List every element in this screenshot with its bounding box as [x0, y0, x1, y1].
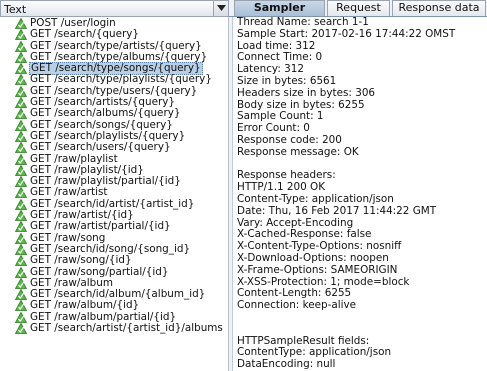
tree-item-label: GET /search/type/playlists/{query} [30, 73, 212, 86]
tree-item[interactable]: GET /raw/song/{id} [0, 254, 228, 267]
tree-item[interactable]: GET /raw/artist/partial/{id} [0, 220, 228, 233]
result-text-line: Sample Start: 2017-02-16 17:44:22 OMST [237, 27, 456, 40]
success-sample-icon [14, 164, 28, 176]
tab-sampler-result[interactable]: Sampler result [234, 0, 325, 28]
success-sample-icon [14, 209, 28, 221]
tree-item-label: GET /search/albums/{query} [30, 107, 181, 120]
success-sample-icon [14, 277, 28, 289]
success-sample-icon [14, 40, 28, 52]
tree-item-label: GET /search/{query} [30, 28, 139, 41]
success-sample-icon [14, 62, 28, 75]
tree-item-label: GET /raw/album/{id} [30, 299, 140, 312]
tree-item-label: GET /raw/song/{id} [30, 254, 132, 267]
result-text-line: Connection: keep-alive [237, 299, 357, 312]
success-sample-icon [14, 17, 28, 29]
success-sample-icon [14, 108, 28, 120]
dropdown-arrow-icon[interactable] [213, 1, 228, 16]
tab-request[interactable]: Request [327, 0, 390, 16]
tree-item-label: GET /raw/artist/partial/{id} [30, 220, 171, 233]
tree-item-label: GET /raw/playlist [30, 152, 118, 165]
result-tabs: Sampler result Request Response data [229, 0, 487, 28]
tree-item-label: GET /search/artist/{artist_id}/albums [30, 322, 223, 335]
success-sample-icon [14, 28, 28, 41]
tree-item-label: GET /raw/song/partial/{id} [30, 265, 169, 278]
tree-item[interactable]: GET /search/users/{query} [0, 141, 228, 154]
success-sample-icon [14, 221, 28, 233]
success-sample-icon [14, 243, 28, 255]
success-sample-icon [14, 74, 28, 86]
tree-item[interactable]: GET /search/albums/{query} [0, 107, 228, 120]
results-tree-panel: Text POST /user/login GET /search/{query}… [0, 0, 229, 371]
result-text-line: DataEncoding: null [237, 358, 336, 371]
tree-item-label: GET /raw/song [30, 231, 106, 244]
success-sample-icon [14, 288, 28, 301]
success-sample-icon [14, 300, 28, 312]
sampler-result-text[interactable]: Thread Name: search 1-1 Sample Start: 201… [232, 16, 487, 371]
success-sample-icon [14, 198, 28, 210]
tree-item-label: GET /search/type/artists/{query} [30, 39, 202, 52]
tree-item[interactable]: GET /search/artist/{artist_id}/albums [0, 323, 228, 334]
success-sample-icon [14, 254, 28, 267]
success-sample-icon [14, 96, 28, 108]
success-sample-icon [14, 232, 28, 244]
result-text-line: Date: Thu, 16 Feb 2017 11:44:22 GMT [237, 204, 437, 217]
success-sample-icon [14, 322, 28, 334]
success-sample-icon [14, 153, 28, 165]
result-text-line: Size in bytes: 6561 [237, 74, 337, 87]
result-detail-panel: Sampler result Request Response data Thr… [229, 0, 487, 371]
success-sample-icon [14, 311, 28, 323]
result-text-line: Content-Type: application/json [237, 192, 394, 205]
success-sample-icon [14, 187, 28, 199]
renderer-dropdown[interactable]: Text [0, 0, 229, 17]
tab-response-data[interactable]: Response data [392, 0, 486, 16]
success-sample-icon [14, 141, 28, 154]
tree-item[interactable]: GET /search/{query} [0, 28, 228, 41]
success-sample-icon [14, 266, 28, 278]
sample-results-tree: POST /user/login GET /search/{query} GET /… [0, 18, 228, 334]
result-text-line: X-Frame-Options: SAMEORIGIN [237, 263, 398, 276]
success-sample-icon [14, 175, 28, 188]
result-text-line: Headers size in bytes: 306 [237, 86, 376, 99]
success-sample-icon [14, 51, 28, 63]
result-text-line: X-Download-Options: noopen [237, 251, 389, 264]
result-text-line: Response code: 200 [237, 133, 342, 146]
result-text-line: Response message: OK [237, 145, 359, 158]
tree-item-label: GET /search/users/{query} [30, 141, 171, 154]
success-sample-icon [14, 130, 28, 142]
renderer-value: Text [4, 3, 27, 16]
success-sample-icon [14, 119, 28, 131]
tree-item-label: GET /raw/artist [30, 186, 108, 199]
success-sample-icon [14, 85, 28, 97]
